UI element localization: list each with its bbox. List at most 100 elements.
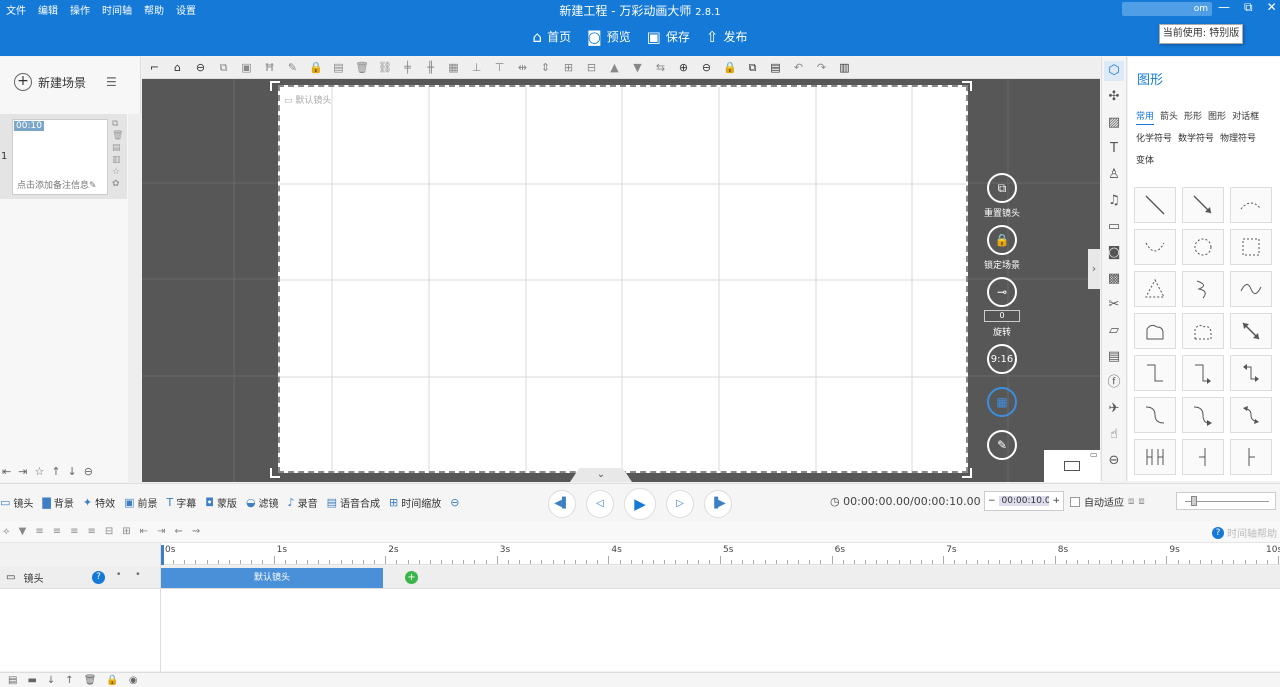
filter-tool[interactable]: ◒ 滤镜 [246, 495, 279, 510]
picture-icon[interactable]: ▩ [1104, 269, 1124, 289]
slider-knob[interactable] [1191, 496, 1197, 506]
tab-math[interactable]: 数学符号 [1178, 128, 1214, 150]
scene-scrollbar[interactable] [128, 114, 141, 482]
link-icon[interactable]: ⛓ [378, 61, 392, 74]
zoom-reset-icon[interactable]: ⊖ [194, 61, 207, 74]
plane-icon[interactable]: ✈ [1104, 399, 1124, 419]
duration-value[interactable]: 00:00:10.0 [998, 496, 1050, 506]
rotate-value[interactable]: 0 [984, 310, 1020, 322]
add-lens-icon[interactable]: + [405, 571, 418, 584]
arrow-line-shape[interactable] [1182, 187, 1224, 223]
minimap-collapse-icon[interactable]: ▭ [1090, 450, 1098, 459]
minimize-icon[interactable]: — [1218, 0, 1230, 15]
lock-icon[interactable]: 🔒 [106, 675, 118, 686]
grid-icon[interactable]: ▦ [447, 61, 460, 74]
text-style-icon[interactable]: Ħ [263, 61, 276, 74]
canvas[interactable]: ▭ 默认镜头 [278, 85, 968, 473]
fit-all-icon[interactable]: ⧈ [1138, 496, 1144, 507]
time-scale-tool[interactable]: ⊞ 时间缩放 [389, 495, 441, 510]
new-scene-button[interactable]: + 新建场景 ☰ [14, 73, 117, 91]
star-icon[interactable]: ☆ [112, 167, 123, 177]
align-middle-icon[interactable]: ╫ [424, 61, 437, 74]
tab-chem[interactable]: 化学符号 [1136, 128, 1172, 150]
sort-icon[interactable]: ☰ [106, 75, 117, 89]
zoom-in-icon[interactable]: ⊕ [677, 61, 690, 74]
align-right-icon[interactable]: ≡ [53, 526, 61, 537]
publish-button[interactable]: ⇧ 发布 [706, 28, 748, 45]
copy-icon[interactable]: ⧉ [112, 119, 123, 129]
prev-frame-button[interactable]: ◁ [586, 490, 614, 518]
minimap[interactable]: ▭ [1044, 450, 1100, 482]
shift-left-icon[interactable]: ⇜ [174, 526, 182, 537]
style-icon[interactable]: ✎ [286, 61, 299, 74]
preview-button[interactable]: ◙ 预览 [587, 28, 631, 45]
collapse-timeline-icon[interactable]: ⌄ [570, 468, 632, 482]
timeline-body[interactable] [0, 589, 1280, 671]
tab-arrows[interactable]: 箭头 [1160, 106, 1178, 128]
scene-thumbnail[interactable]: 00:10 点击添加备注信息✎ [12, 119, 108, 195]
tab-common[interactable]: 常用 [1136, 110, 1155, 125]
tools-icon[interactable]: ✂ [1104, 295, 1124, 315]
stretch-right-icon[interactable]: ⇥ [157, 526, 165, 537]
move-down-icon[interactable]: ↓ [68, 465, 77, 478]
more-icon[interactable]: ⊖ [1104, 451, 1124, 471]
brace-left-shape[interactable] [1182, 439, 1224, 475]
flip-icon[interactable]: ⇆ [654, 61, 667, 74]
align-center-icon[interactable]: ╪ [401, 61, 414, 74]
duration-stepper[interactable]: − 00:00:10.0 + [984, 491, 1064, 511]
shift-right-icon[interactable]: ⇝ [192, 526, 200, 537]
tab-shapes[interactable]: 图形 [1208, 106, 1226, 128]
lock-scene-button[interactable]: 🔒 [987, 225, 1017, 255]
import-icon[interactable]: ⇤ [2, 465, 11, 478]
more-tools[interactable]: ⊖ [450, 496, 459, 509]
background-tool[interactable]: ▇ 背景 [42, 495, 73, 510]
circle-shape[interactable] [1182, 229, 1224, 265]
curve-shape[interactable] [1134, 229, 1176, 265]
double-arrow-shape[interactable] [1230, 313, 1272, 349]
tts-tool[interactable]: ▤ 语音合成 [327, 495, 380, 510]
copy-icon[interactable]: ⧉ [746, 61, 759, 75]
foreground-tool[interactable]: ▣ 前景 [124, 495, 157, 510]
move-up-icon[interactable]: ↑ [51, 465, 60, 478]
paste-icon[interactable]: ▥ [112, 155, 123, 165]
mask-tool[interactable]: ◘ 蒙版 [205, 495, 237, 510]
reset-lens-button[interactable]: ⧉ [987, 173, 1017, 203]
subtitle-tool[interactable]: T 字幕 [167, 495, 197, 510]
time-ruler[interactable]: 0s 1s 2s 3s 4s 5s 6s 7s 8s 9s 10s [160, 543, 1280, 565]
move-down-icon[interactable]: ↓ [47, 675, 55, 686]
timeline-zoom-slider[interactable] [1176, 492, 1276, 510]
elbow-connector-shape[interactable] [1134, 355, 1176, 391]
fit-icon[interactable]: ⧈ [1128, 496, 1134, 507]
zoom-out-icon[interactable]: ⊖ [700, 61, 713, 74]
add-keyframe-icon[interactable]: ⟡ [3, 526, 10, 537]
cloud-shape[interactable] [1134, 313, 1176, 349]
effects-tool[interactable]: ✦ 特效 [83, 495, 115, 510]
go-end-button[interactable]: ▐▶ [704, 490, 732, 518]
align-icon[interactable]: ⌐ [148, 61, 161, 74]
align-bottom-icon[interactable]: ⊥ [470, 61, 483, 74]
auto-fit-checkbox[interactable] [1070, 496, 1080, 507]
elbow-double-arrow-shape[interactable] [1230, 355, 1272, 391]
move-up-icon[interactable]: ↑ [65, 675, 73, 686]
align-justify-icon[interactable]: ≡ [88, 526, 96, 537]
increase-icon[interactable]: + [1049, 496, 1063, 506]
go-start-button[interactable]: ◀▌ [548, 490, 576, 518]
ungroup-icon[interactable]: ⊟ [585, 61, 598, 74]
layer-down-icon[interactable]: ▼ [631, 61, 644, 74]
save-button[interactable]: ▣ 保存 [647, 28, 690, 45]
tab-dialog[interactable]: 对话框 [1232, 106, 1259, 128]
scene-item[interactable]: 1 00:10 点击添加备注信息✎ ⧉ 🗑 ▤ ▥ ☆ ✿ [0, 114, 127, 199]
gear-icon[interactable]: ✿ [112, 179, 123, 189]
stretch-left-icon[interactable]: ⇤ [140, 526, 148, 537]
align-top-icon[interactable]: ⊤ [493, 61, 506, 74]
rotate-button[interactable]: ⊸ [987, 277, 1017, 307]
lens-tool[interactable]: ▭ 镜头 [0, 495, 33, 510]
more-icon[interactable]: ⊖ [84, 465, 93, 478]
copy-object-icon[interactable]: ⧉ [217, 61, 230, 75]
film-icon[interactable]: ▤ [1104, 347, 1124, 367]
redo-icon[interactable]: ↷ [815, 61, 828, 74]
flash-icon[interactable]: ⓕ [1104, 373, 1124, 393]
filter-icon[interactable]: ▼ [19, 526, 27, 537]
blob-shape[interactable] [1182, 313, 1224, 349]
lock-object-icon[interactable]: 🔒 [309, 61, 323, 74]
